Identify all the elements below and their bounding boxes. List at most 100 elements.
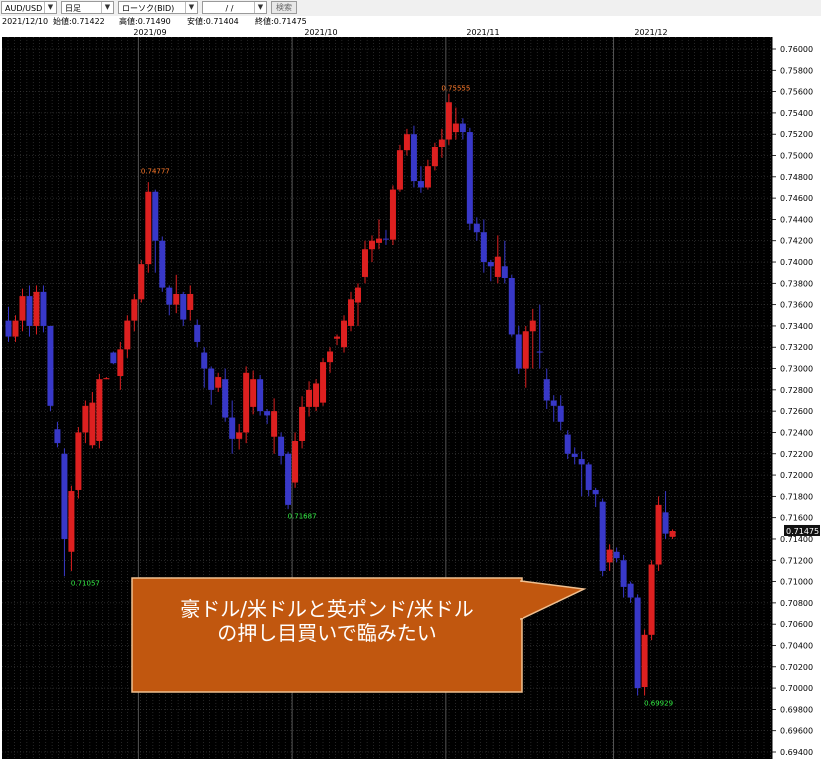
info-high: 高値:0.71490	[119, 17, 171, 26]
candle-up	[19, 296, 26, 321]
candle-down	[54, 429, 61, 444]
y-tick-label: 0.70400	[780, 641, 813, 650]
high-label: 0.75555	[441, 84, 470, 92]
candle-up	[431, 146, 438, 167]
date-input[interactable]: / / ▼	[202, 1, 267, 14]
candle-up	[138, 264, 145, 300]
candle-down	[557, 405, 564, 422]
candle-up	[320, 362, 327, 403]
high-label: 0.74777	[141, 167, 170, 175]
candle-up	[494, 256, 501, 277]
candle-up	[313, 383, 320, 407]
candle-down	[180, 293, 187, 320]
candle-up	[438, 139, 445, 147]
y-tick-label: 0.72200	[780, 450, 813, 459]
low-label: 0.69929	[644, 700, 673, 708]
candle-down	[285, 453, 292, 505]
candle-up	[522, 331, 529, 369]
candle-down	[634, 597, 641, 689]
x-tick-label: 2021/10	[304, 28, 337, 37]
y-tick-label: 0.73200	[780, 343, 813, 352]
candle-up	[250, 379, 257, 407]
candle-down	[201, 352, 208, 369]
y-tick-label: 0.72800	[780, 386, 813, 395]
candle-up	[145, 191, 152, 265]
candle-down	[166, 287, 173, 305]
candle-down	[208, 368, 215, 390]
candle-down	[487, 262, 494, 267]
info-date: 2021/12/10	[2, 17, 49, 26]
candle-down	[40, 291, 47, 326]
candle-down	[613, 551, 620, 559]
candle-down	[110, 352, 117, 364]
candle-up	[215, 377, 222, 388]
plot-area	[2, 37, 772, 759]
y-tick-label: 0.75800	[780, 66, 813, 75]
candle-down	[571, 453, 578, 457]
candle-down	[473, 223, 480, 233]
y-tick-label: 0.75400	[780, 109, 813, 118]
candle-up	[375, 238, 382, 243]
info-close: 終値:0.71475	[255, 17, 307, 26]
period-select[interactable]: 日足 ▼	[61, 1, 114, 14]
candle-up	[292, 440, 299, 483]
symbol-select[interactable]: AUD/USD ▼	[1, 1, 57, 14]
candle-up	[606, 549, 613, 563]
candle-down	[459, 123, 466, 133]
y-tick-label: 0.70800	[780, 599, 813, 608]
y-tick-label: 0.75200	[780, 130, 813, 139]
y-tick-label: 0.70000	[780, 684, 813, 693]
candle-down	[194, 324, 201, 342]
y-tick-label: 0.71800	[780, 492, 813, 501]
candle-down	[543, 379, 550, 401]
callout-line-1: 豪ドル/米ドルと英ポンド/米ドル	[180, 597, 474, 621]
candle-down	[592, 489, 599, 495]
candle-up	[529, 320, 536, 332]
chevron-down-icon: ▼	[185, 2, 197, 13]
y-tick-label: 0.71600	[780, 514, 813, 523]
chart-type-select[interactable]: ローソク(BID) ▼	[118, 1, 198, 14]
candle-up	[299, 406, 306, 441]
candle-down	[229, 417, 236, 439]
low-label: 0.71057	[71, 580, 100, 588]
candle-up	[327, 351, 334, 363]
candle-up	[243, 372, 250, 433]
candle-up	[236, 432, 243, 439]
candle-up	[82, 405, 89, 433]
y-tick-label: 0.70200	[780, 663, 813, 672]
candlestick-chart[interactable]: 0.71057 0.74777 0.71687 0.75555 0.69929 2021…	[0, 27, 821, 759]
info-open: 始値:0.71422	[53, 17, 105, 26]
candle-down	[508, 278, 515, 335]
candle-up	[341, 320, 348, 348]
candle-up	[348, 299, 355, 326]
candle-down	[536, 351, 543, 353]
candle-down	[26, 296, 33, 326]
candle-down	[480, 232, 487, 263]
y-tick-label: 0.70600	[780, 620, 813, 629]
candle-down	[417, 181, 424, 188]
chevron-down-icon: ▼	[44, 2, 56, 13]
candle-up	[173, 293, 180, 305]
candle-up	[117, 349, 124, 377]
candle-up	[75, 432, 82, 490]
candle-up	[68, 491, 75, 552]
candle-down	[159, 240, 166, 288]
candle-down	[47, 325, 54, 406]
candle-down	[550, 400, 557, 406]
y-tick-label: 0.76000	[780, 45, 813, 54]
candle-up	[655, 504, 662, 565]
y-tick-label: 0.71200	[780, 556, 813, 565]
period-value: 日足	[65, 4, 81, 13]
candle-down	[382, 238, 389, 240]
x-tick-label: 2021/09	[133, 28, 166, 37]
ohlc-info: 2021/12/10 始値:0.71422 高値:0.71490 安値:0.71…	[0, 16, 821, 27]
candle-down	[620, 560, 627, 587]
search-button[interactable]: 検索	[271, 1, 297, 14]
candle-up	[334, 336, 341, 339]
y-tick-label: 0.71000	[780, 578, 813, 587]
candle-down	[662, 512, 669, 534]
y-tick-label: 0.74600	[780, 194, 813, 203]
candle-up	[187, 293, 194, 310]
y-tick-label: 0.73800	[780, 279, 813, 288]
low-label: 0.71687	[288, 512, 317, 520]
